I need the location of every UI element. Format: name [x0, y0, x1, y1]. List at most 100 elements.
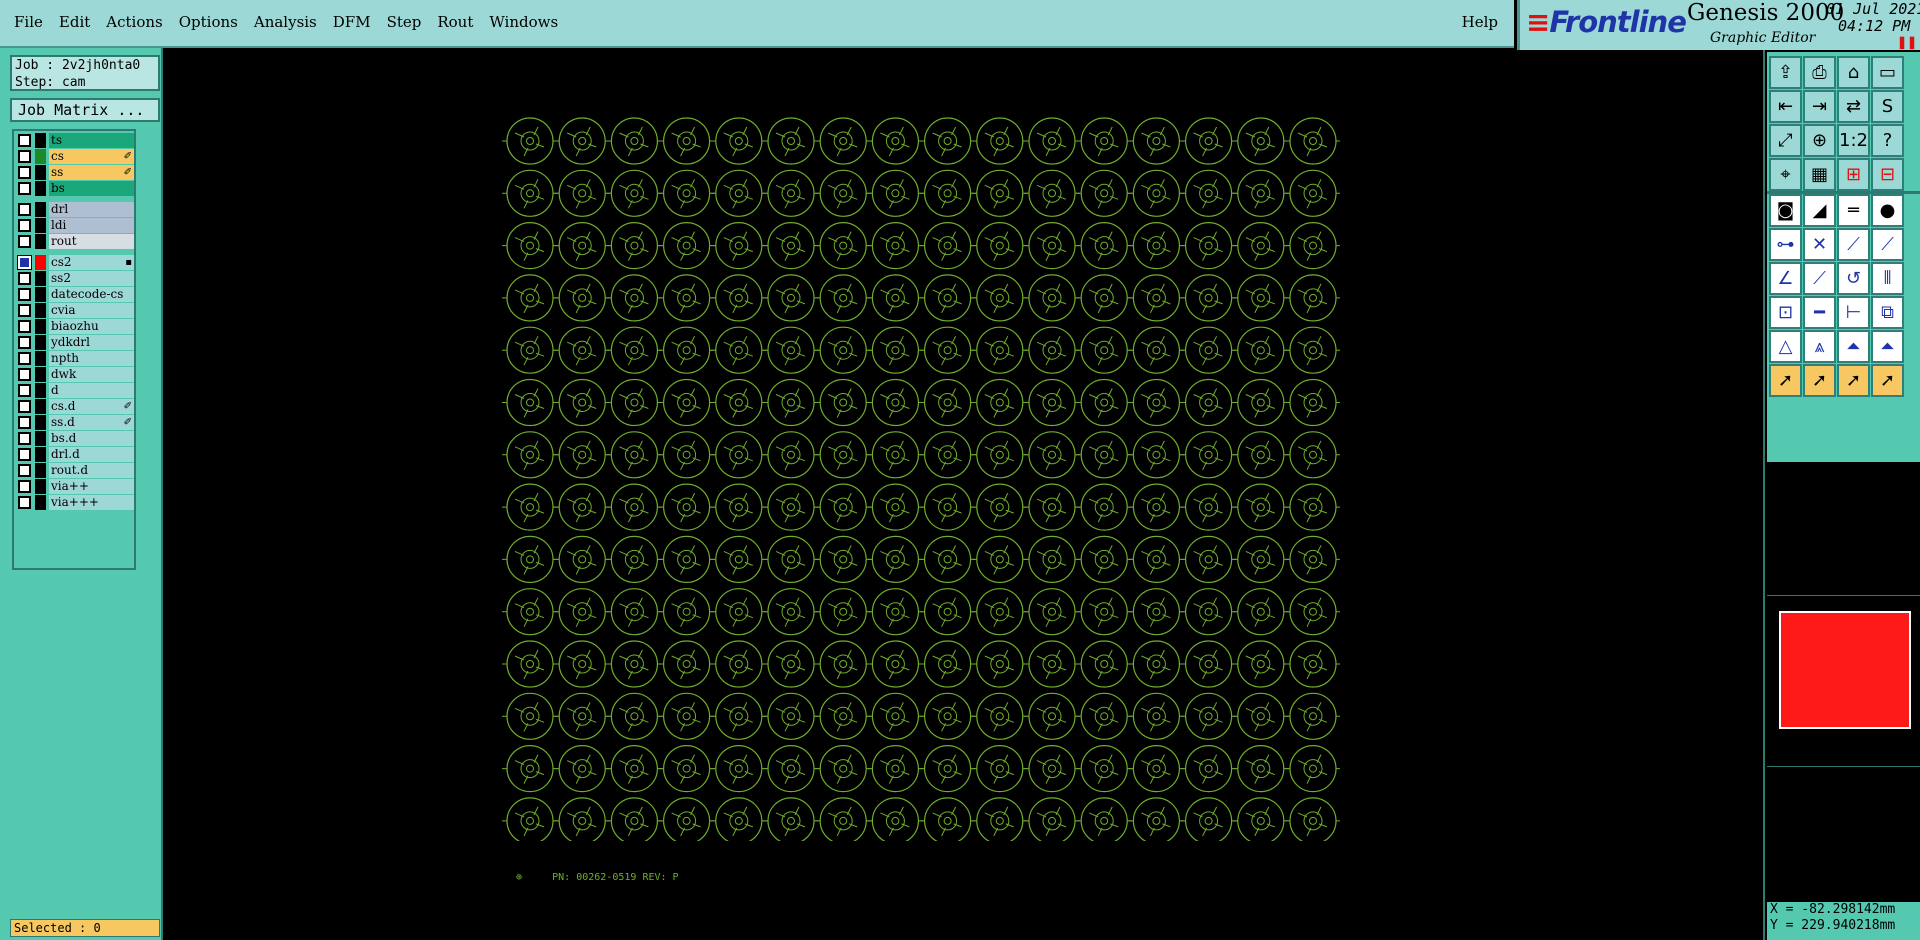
layer-row-dwk[interactable]: dwk [16, 367, 134, 382]
layer-color-swatch[interactable] [35, 447, 46, 462]
layer-name[interactable]: via+++ [49, 495, 134, 510]
circle-icon[interactable]: ● [1871, 194, 1904, 227]
connect-icon[interactable]: ⊶ [1769, 228, 1802, 261]
layer-checkbox[interactable] [18, 304, 31, 317]
layer-color-swatch[interactable] [35, 303, 46, 318]
layer-row-ss[interactable]: ss ✐ [16, 165, 134, 180]
layer-checkbox[interactable] [18, 288, 31, 301]
layer-row-rout-d[interactable]: rout.d [16, 463, 134, 478]
layer-checkbox[interactable] [18, 368, 31, 381]
copy-icon[interactable]: ⧉ [1871, 296, 1904, 329]
layer-color-swatch[interactable] [35, 287, 46, 302]
back-icon[interactable]: ⇤ [1769, 90, 1802, 123]
polygon-move-icon[interactable]: ⏶ [1871, 330, 1904, 363]
menu-actions[interactable]: Actions [106, 13, 162, 31]
select-circle-icon[interactable]: ➚ [1837, 364, 1870, 397]
layer-color-swatch[interactable] [35, 234, 46, 249]
layer-checkbox[interactable] [18, 496, 31, 509]
layer-color-swatch[interactable] [35, 383, 46, 398]
layer-name[interactable]: d [49, 383, 134, 398]
layer-name[interactable]: cs.d ✐ [49, 399, 134, 414]
layer-color-swatch[interactable] [35, 335, 46, 350]
layer-row-rout[interactable]: rout [16, 234, 134, 249]
layer-name[interactable]: ts [49, 133, 134, 148]
layer-name[interactable]: via++ [49, 479, 134, 494]
select-net-icon[interactable]: ➚ [1871, 364, 1904, 397]
menu-file[interactable]: File [14, 13, 43, 31]
graphic-canvas[interactable]: ⊕ PN: 00262-0519 REV: P [165, 50, 1763, 940]
slope-icon[interactable]: ⟋ [1803, 262, 1836, 295]
layer-red-icon[interactable]: ⊟ [1871, 158, 1904, 191]
layer-checkbox[interactable] [18, 464, 31, 477]
layer-color-swatch[interactable] [35, 495, 46, 510]
layer-select-icon[interactable]: ⊞ [1837, 158, 1870, 191]
layer-row-bs[interactable]: bs [16, 181, 134, 196]
layer-checkbox[interactable] [18, 134, 31, 147]
layer-checkbox[interactable] [18, 384, 31, 397]
layer-row-ldi[interactable]: ldi [16, 218, 134, 233]
layer-color-swatch[interactable] [35, 218, 46, 233]
layer-name[interactable]: ss ✐ [49, 165, 134, 180]
layer-row-cs-d[interactable]: cs.d ✐ [16, 399, 134, 414]
layer-color-swatch[interactable] [35, 255, 46, 270]
menu-analysis[interactable]: Analysis [254, 13, 317, 31]
forward-icon[interactable]: ⇥ [1803, 90, 1836, 123]
overview-view-rect[interactable] [1779, 611, 1911, 729]
layer-color-swatch[interactable] [35, 165, 46, 180]
layer-checkbox[interactable] [17, 255, 32, 270]
layer-color-swatch[interactable] [35, 133, 46, 148]
layer-checkbox[interactable] [18, 400, 31, 413]
layer-color-swatch[interactable] [35, 202, 46, 217]
layer-name[interactable]: bs.d [49, 431, 134, 446]
scale-1-2-icon[interactable]: 1:2 [1837, 124, 1870, 157]
layer-name[interactable]: ldi [49, 218, 134, 233]
layer-row-datecode-cs[interactable]: datecode-cs [16, 287, 134, 302]
layer-name[interactable]: datecode-cs [49, 287, 134, 302]
layer-row-cvia[interactable]: cvia [16, 303, 134, 318]
layer-name[interactable]: biaozhu [49, 319, 134, 334]
layer-row-drl-d[interactable]: drl.d [16, 447, 134, 462]
cross-icon[interactable]: ✕ [1803, 228, 1836, 261]
layer-row-cs[interactable]: cs ✐ [16, 149, 134, 164]
window-icon[interactable]: ▭ [1871, 56, 1904, 89]
layer-checkbox[interactable] [18, 320, 31, 333]
layer-checkbox[interactable] [18, 352, 31, 365]
segment-icon[interactable]: ━ [1803, 296, 1836, 329]
layer-row-npth[interactable]: npth [16, 351, 134, 366]
menu-options[interactable]: Options [179, 13, 238, 31]
layer-name[interactable]: drl [49, 202, 134, 217]
overview-window[interactable] [1767, 595, 1920, 767]
save-icon[interactable]: ⎙ [1803, 56, 1836, 89]
layer-name[interactable]: rout [49, 234, 134, 249]
surface-icon[interactable]: △ [1769, 330, 1802, 363]
layer-color-swatch[interactable] [35, 479, 46, 494]
layer-row-ss-d[interactable]: ss.d ✐ [16, 415, 134, 430]
zoom-icon[interactable]: ⊕ [1803, 124, 1836, 157]
menu-help[interactable]: Help [1462, 13, 1498, 31]
layer-name[interactable]: cs ✐ [49, 149, 134, 164]
layer-row-drl[interactable]: drl [16, 202, 134, 217]
layer-color-swatch[interactable] [35, 181, 46, 196]
layer-color-swatch[interactable] [35, 367, 46, 382]
layer-name[interactable]: ydkdrl [49, 335, 134, 350]
layer-name[interactable]: cs2 ▪ [49, 255, 134, 270]
menu-edit[interactable]: Edit [59, 13, 90, 31]
layer-checkbox[interactable] [18, 416, 31, 429]
layer-row-ydkdrl[interactable]: ydkdrl [16, 335, 134, 350]
fit-icon[interactable]: ⤢ [1769, 124, 1802, 157]
menu-windows[interactable]: Windows [489, 13, 558, 31]
layer-row-via---[interactable]: via+++ [16, 495, 134, 510]
polygon-edit-icon[interactable]: ⏶ [1837, 330, 1870, 363]
layer-checkbox[interactable] [18, 448, 31, 461]
angle-icon[interactable]: ∠ [1769, 262, 1802, 295]
layer-name[interactable]: dwk [49, 367, 134, 382]
home-icon[interactable]: ⌂ [1837, 56, 1870, 89]
layer-row-ts[interactable]: ts [16, 133, 134, 148]
layer-checkbox[interactable] [18, 235, 31, 248]
layer-color-swatch[interactable] [35, 399, 46, 414]
layer-color-swatch[interactable] [35, 271, 46, 286]
node-add-icon[interactable]: ⟋ [1837, 228, 1870, 261]
layer-name[interactable]: ss2 [49, 271, 134, 286]
line-draw-icon[interactable]: ◢ [1803, 194, 1836, 227]
pad-icon[interactable]: ◙ [1769, 194, 1802, 227]
